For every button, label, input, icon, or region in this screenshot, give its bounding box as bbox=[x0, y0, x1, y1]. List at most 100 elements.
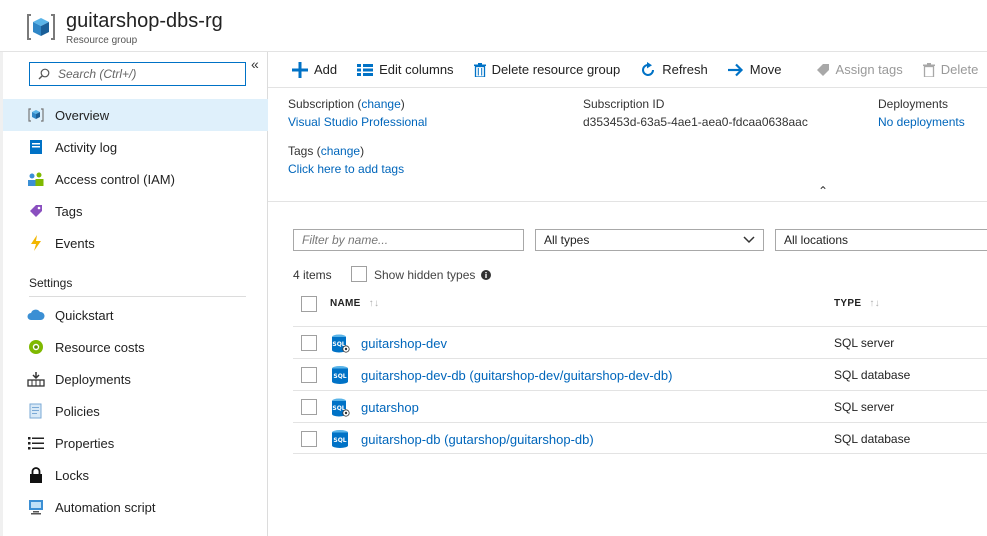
page-subtitle: Resource group bbox=[66, 35, 138, 46]
sort-icon: ↑↓ bbox=[368, 298, 380, 309]
collapse-sidebar-button[interactable]: « bbox=[251, 56, 259, 72]
sidebar-item-label: Access control (IAM) bbox=[55, 171, 175, 187]
sidebar-item-activity-log[interactable]: Activity log bbox=[3, 131, 268, 163]
edit-columns-button[interactable]: Edit columns bbox=[357, 62, 454, 77]
sidebar-item-label: Locks bbox=[55, 467, 89, 483]
sidebar-item-automation-script[interactable]: Automation script bbox=[3, 491, 268, 523]
collapse-essentials-button[interactable]: ⌃ bbox=[818, 184, 828, 198]
sidebar-item-label: Deployments bbox=[55, 371, 131, 387]
column-header-name[interactable]: NAME ↑↓ bbox=[330, 298, 379, 309]
resource-group-icon bbox=[27, 14, 55, 40]
sidebar: « Overview Activity log Access control (… bbox=[0, 52, 268, 536]
sidebar-item-properties[interactable]: Properties bbox=[3, 427, 268, 459]
subscription-label: Subscription (change) bbox=[288, 97, 405, 111]
sidebar-item-label: Overview bbox=[55, 107, 110, 123]
essentials-panel: Subscription (change) Visual Studio Prof… bbox=[268, 88, 987, 202]
resource-type: SQL server bbox=[834, 400, 895, 414]
refresh-icon bbox=[642, 61, 655, 76]
item-count: 4 items bbox=[293, 268, 332, 282]
select-all-checkbox[interactable] bbox=[301, 296, 317, 312]
sidebar-item-label: Resource costs bbox=[55, 339, 145, 355]
sidebar-item-deployments[interactable]: Deployments bbox=[3, 363, 268, 395]
sidebar-search-input[interactable] bbox=[58, 67, 238, 81]
trash-icon bbox=[473, 62, 486, 77]
sidebar-item-tags[interactable]: Tags bbox=[3, 195, 268, 227]
columns-icon bbox=[357, 63, 374, 76]
lock-icon bbox=[27, 467, 45, 483]
row-checkbox[interactable] bbox=[301, 399, 317, 415]
row-checkbox[interactable] bbox=[301, 335, 317, 351]
sidebar-item-events[interactable]: Events bbox=[3, 227, 268, 259]
resource-type: SQL database bbox=[834, 432, 911, 446]
sidebar-item-label: Activity log bbox=[55, 139, 118, 155]
deployments-link[interactable]: No deployments bbox=[878, 115, 965, 129]
subscription-id-label: Subscription ID bbox=[583, 97, 665, 111]
divider bbox=[29, 296, 246, 297]
policies-icon bbox=[27, 403, 45, 419]
delete-resource-group-button[interactable]: Delete resource group bbox=[473, 62, 620, 77]
tag-icon bbox=[816, 63, 829, 76]
filter-by-name[interactable] bbox=[293, 229, 524, 251]
svg-text:SQL: SQL bbox=[333, 437, 346, 444]
sidebar-item-resource-costs[interactable]: Resource costs bbox=[3, 331, 268, 363]
sidebar-item-overview[interactable]: Overview bbox=[3, 99, 268, 131]
filter-name-input[interactable] bbox=[302, 233, 523, 247]
blade-header: guitarshop-dbs-rg Resource group bbox=[0, 0, 987, 52]
table-row[interactable]: SQL gutarshop SQL server bbox=[293, 390, 987, 422]
tags-label: Tags (change) bbox=[288, 144, 365, 158]
resource-name-link[interactable]: gutarshop bbox=[361, 400, 419, 415]
sidebar-item-label: Events bbox=[55, 235, 95, 251]
sql-server-icon: SQL bbox=[332, 398, 350, 417]
resource-name-link[interactable]: guitarshop-dev bbox=[361, 336, 447, 351]
svg-text:SQL: SQL bbox=[333, 373, 346, 380]
add-button[interactable]: Add bbox=[292, 61, 337, 78]
row-checkbox[interactable] bbox=[301, 431, 317, 447]
info-icon bbox=[481, 270, 492, 280]
sidebar-item-label: Policies bbox=[55, 403, 100, 419]
resource-name-link[interactable]: guitarshop-dev-db (guitarshop-dev/guitar… bbox=[361, 368, 672, 383]
sidebar-item-label: Tags bbox=[55, 203, 83, 219]
table-row[interactable]: SQL guitarshop-dev SQL server bbox=[293, 326, 987, 358]
command-bar: Add Edit columns Delete resource group R… bbox=[268, 52, 987, 88]
table-row[interactable]: SQL guitarshop-db (gutarshop/guitarshop-… bbox=[293, 422, 987, 454]
sidebar-search[interactable] bbox=[29, 62, 246, 86]
assign-tags-button[interactable]: Assign tags bbox=[816, 62, 903, 77]
plus-icon bbox=[292, 61, 308, 78]
subscription-link[interactable]: Visual Studio Professional bbox=[288, 115, 427, 129]
resource-name-link[interactable]: guitarshop-db (gutarshop/guitarshop-db) bbox=[361, 432, 594, 447]
activity-log-icon bbox=[27, 139, 45, 155]
refresh-button[interactable]: Refresh bbox=[640, 61, 708, 78]
show-hidden-checkbox[interactable] bbox=[351, 266, 367, 282]
sidebar-item-label: Automation script bbox=[55, 499, 156, 515]
deployments-label: Deployments bbox=[878, 97, 949, 111]
sidebar-item-access-control[interactable]: Access control (IAM) bbox=[3, 163, 268, 195]
add-tags-link[interactable]: Click here to add tags bbox=[288, 162, 404, 176]
divider bbox=[293, 453, 987, 454]
sidebar-item-quickstart[interactable]: Quickstart bbox=[3, 299, 268, 331]
people-icon bbox=[27, 171, 45, 187]
search-icon bbox=[38, 68, 50, 80]
resource-type: SQL database bbox=[834, 368, 911, 382]
sidebar-item-policies[interactable]: Policies bbox=[3, 395, 268, 427]
sidebar-item-locks[interactable]: Locks bbox=[3, 459, 268, 491]
table-row[interactable]: SQL guitarshop-dev-db (guitarshop-dev/gu… bbox=[293, 358, 987, 390]
sidebar-item-label: Quickstart bbox=[55, 307, 114, 323]
types-dropdown[interactable]: All types bbox=[535, 229, 764, 251]
sql-database-icon: SQL bbox=[332, 430, 348, 448]
locations-dropdown[interactable]: All locations bbox=[775, 229, 987, 251]
resource-group-icon bbox=[27, 107, 45, 123]
row-checkbox[interactable] bbox=[301, 367, 317, 383]
delete-button[interactable]: Delete bbox=[922, 62, 978, 77]
properties-icon bbox=[27, 435, 45, 451]
subscription-change-link[interactable]: change bbox=[361, 97, 400, 111]
tags-change-link[interactable]: change bbox=[321, 144, 360, 158]
deployments-icon bbox=[27, 371, 45, 387]
trash-icon bbox=[922, 62, 935, 77]
move-button[interactable]: Move bbox=[727, 62, 782, 77]
show-hidden-label: Show hidden types bbox=[374, 268, 492, 282]
settings-section-label: Settings bbox=[29, 276, 73, 290]
sort-icon: ↑↓ bbox=[869, 298, 880, 309]
column-header-type[interactable]: TYPE ↑↓ bbox=[834, 298, 880, 309]
cost-icon bbox=[27, 339, 45, 355]
resource-type: SQL server bbox=[834, 336, 895, 350]
